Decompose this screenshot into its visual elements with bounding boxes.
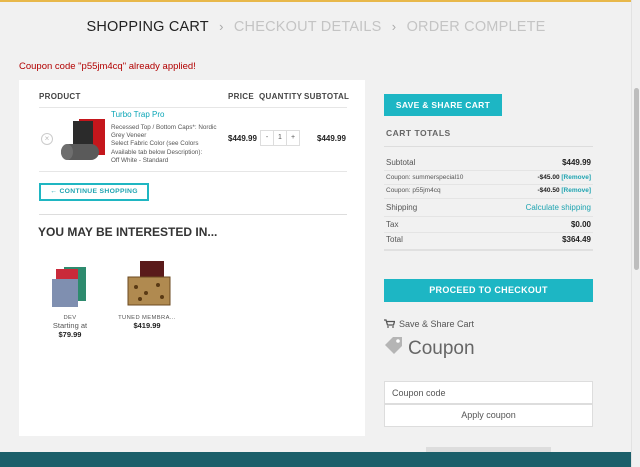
save-share-link-label: Save & Share Cart <box>399 319 475 329</box>
coupon-code-input[interactable] <box>384 381 593 404</box>
header-subtotal: SUBTOTAL <box>304 92 350 101</box>
total-value: $364.49 <box>562 235 591 244</box>
coupon-label: Coupon: p55jm4cq <box>386 187 441 194</box>
coupon-heading: Coupon <box>384 336 475 360</box>
totals-divider <box>384 170 593 171</box>
suggested-product[interactable]: DEV Starting at $79.99 <box>41 265 99 339</box>
tag-icon <box>385 337 402 354</box>
totals-divider <box>384 232 593 233</box>
suggested-price: $79.99 <box>58 330 82 339</box>
totals-divider <box>384 184 593 185</box>
cart-totals-title: CART TOTALS <box>384 128 593 147</box>
totals-subtotal-row: Subtotal $449.99 <box>384 158 593 170</box>
cart-panel: PRODUCT PRICE QUANTITY SUBTOTAL × Turbo … <box>19 80 365 436</box>
top-accent-line <box>0 0 632 2</box>
remove-item-icon[interactable]: × <box>41 133 53 145</box>
save-share-cart-button[interactable]: SAVE & SHARE CART <box>384 94 502 116</box>
coupon-row: Coupon: p55jm4cq -$40.50 [Remove] <box>384 187 593 197</box>
coupon-label: Coupon: summerspecial10 <box>386 174 464 181</box>
cart-icon <box>384 319 396 328</box>
option-fabric-value: Off White - Standard <box>111 156 169 164</box>
qty-plus-button[interactable]: + <box>287 131 299 145</box>
proceed-to-checkout-button[interactable]: PROCEED TO CHECKOUT <box>384 279 593 302</box>
tax-value: $0.00 <box>570 220 591 229</box>
coupon-row: Coupon: summerspecial10 -$45.00 [Remove] <box>384 174 593 184</box>
coupon-discount: -$40.50 <box>537 187 560 194</box>
remove-coupon-link[interactable]: [Remove] <box>561 187 591 194</box>
suggested-price-label: Starting at <box>52 321 88 330</box>
shipping-row: Shipping Calculate shipping <box>384 203 593 215</box>
scrollbar-thumb[interactable] <box>634 88 639 270</box>
tax-row: Tax $0.00 <box>384 220 593 232</box>
step-separator-icon: › <box>391 19 397 34</box>
product-options: Recessed Top / Bottom Caps*: Nordic Grey… <box>111 124 223 165</box>
save-share-cart-link[interactable]: Save & Share Cart <box>384 319 474 329</box>
interested-heading: YOU MAY BE INTERESTED IN... <box>38 225 218 239</box>
product-name-link[interactable]: Turbo Trap Pro <box>111 110 165 119</box>
step-separator-icon: › <box>219 19 224 34</box>
step-checkout-details[interactable]: CHECKOUT DETAILS <box>234 19 382 35</box>
subtotal-value: $449.99 <box>562 158 591 167</box>
totals-divider <box>384 216 593 217</box>
calculate-shipping-link[interactable]: Calculate shipping <box>526 203 591 212</box>
checkout-steps: SHOPPING CART › CHECKOUT DETAILS › ORDER… <box>0 19 632 35</box>
qty-minus-button[interactable]: - <box>261 131 273 145</box>
header-price: PRICE <box>228 92 254 101</box>
coupon-heading-text: Coupon <box>408 338 475 359</box>
suggested-product-image[interactable] <box>50 265 90 309</box>
remove-coupon-link[interactable]: [Remove] <box>561 174 591 181</box>
option-caps: Recessed Top / Bottom Caps*: Nordic Grey… <box>111 124 217 140</box>
continue-shopping-button[interactable]: ← CONTINUE SHOPPING <box>39 183 149 201</box>
suggested-product[interactable]: TUNED MEMBRA... $419.99 <box>117 259 177 330</box>
qty-input[interactable]: 1 <box>273 131 287 145</box>
quantity-stepper: - 1 + <box>260 130 300 146</box>
totals-divider <box>384 249 593 251</box>
step-order-complete: ORDER COMPLETE <box>406 19 546 35</box>
apply-coupon-button[interactable]: Apply coupon <box>384 404 593 427</box>
suggested-product-image[interactable] <box>122 259 172 309</box>
subtotal-label: Subtotal <box>386 158 416 167</box>
coupon-notice: Coupon code "p55jm4cq" already applied! <box>19 61 196 72</box>
shipping-label: Shipping <box>386 203 418 212</box>
total-row: Total $364.49 <box>384 235 593 247</box>
coupon-discount: -$45.00 <box>537 174 560 181</box>
item-price: $449.99 <box>228 134 257 143</box>
step-shopping-cart[interactable]: SHOPPING CART <box>86 19 208 35</box>
suggested-price: $419.99 <box>133 321 161 330</box>
cart-table-header: PRODUCT PRICE QUANTITY SUBTOTAL <box>39 92 350 108</box>
totals-divider <box>384 198 593 199</box>
tax-label: Tax <box>386 220 399 229</box>
header-quantity: QUANTITY <box>259 92 303 101</box>
page-scrollbar[interactable] <box>631 0 640 467</box>
header-product: PRODUCT <box>39 92 81 101</box>
total-label: Total <box>386 235 403 244</box>
cart-item-row: × Turbo Trap Pro Recessed Top / Bottom C… <box>39 108 347 172</box>
section-divider <box>39 214 347 215</box>
footer-band <box>0 452 631 467</box>
product-thumbnail[interactable] <box>59 118 107 162</box>
option-fabric-label: Select Fabric Color (see Colors Availabl… <box>111 140 203 156</box>
item-subtotal: $449.99 <box>317 134 346 143</box>
